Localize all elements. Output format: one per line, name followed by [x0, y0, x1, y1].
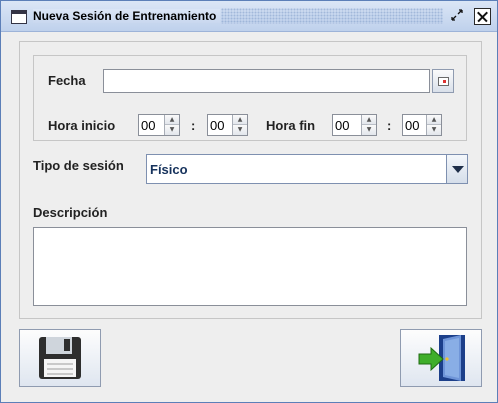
hora-fin-hours-spinner[interactable]: 00 ▲ ▼ — [332, 114, 377, 136]
window-title: Nueva Sesión de Entrenamiento — [33, 9, 221, 23]
calendar-icon — [438, 77, 449, 86]
tipo-sesion-value: Físico — [150, 162, 188, 177]
hora-inicio-minutes-value: 00 — [210, 118, 225, 133]
hora-fin-minutes-spinner[interactable]: 00 ▲ ▼ — [402, 114, 442, 136]
spinner-down-icon[interactable]: ▼ — [165, 125, 179, 135]
dialog-window: Nueva Sesión de Entrenamiento Fecha Hora… — [0, 0, 498, 403]
spinner-down-icon[interactable]: ▼ — [427, 125, 441, 135]
title-bar-texture — [221, 8, 443, 24]
tipo-sesion-select[interactable]: Físico — [146, 154, 468, 184]
hora-inicio-label: Hora inicio — [48, 118, 116, 133]
title-bar[interactable]: Nueva Sesión de Entrenamiento — [1, 1, 497, 32]
spinner-up-icon[interactable]: ▲ — [165, 115, 179, 125]
floppy-disk-icon — [39, 337, 81, 379]
time-separator: : — [191, 118, 196, 133]
spinner-arrows: ▲ ▼ — [361, 115, 376, 135]
exit-button[interactable] — [400, 329, 482, 387]
hora-fin-hours-value: 00 — [335, 118, 350, 133]
spinner-up-icon[interactable]: ▲ — [362, 115, 376, 125]
fecha-label: Fecha — [48, 73, 86, 88]
descripcion-textarea[interactable] — [33, 227, 467, 306]
window-icon — [11, 10, 27, 24]
spinner-arrows: ▲ ▼ — [232, 115, 247, 135]
fecha-input[interactable] — [103, 69, 430, 93]
descripcion-label: Descripción — [33, 205, 108, 220]
tipo-sesion-label: Tipo de sesión — [33, 158, 124, 173]
save-button[interactable] — [19, 329, 101, 387]
close-button[interactable] — [474, 8, 491, 25]
spinner-up-icon[interactable]: ▲ — [427, 115, 441, 125]
hora-fin-label: Hora fin — [266, 118, 316, 133]
restore-button[interactable] — [448, 8, 465, 25]
spinner-up-icon[interactable]: ▲ — [233, 115, 247, 125]
hora-fin-minutes-value: 00 — [405, 118, 420, 133]
calendar-button[interactable] — [432, 69, 454, 93]
restore-icon — [450, 9, 463, 21]
spinner-down-icon[interactable]: ▼ — [233, 125, 247, 135]
chevron-down-icon[interactable] — [446, 155, 467, 183]
spinner-arrows: ▲ ▼ — [426, 115, 441, 135]
hora-inicio-hours-spinner[interactable]: 00 ▲ ▼ — [138, 114, 180, 136]
time-separator: : — [387, 118, 392, 133]
spinner-down-icon[interactable]: ▼ — [362, 125, 376, 135]
exit-door-icon — [418, 335, 465, 381]
spinner-arrows: ▲ ▼ — [164, 115, 179, 135]
hora-inicio-hours-value: 00 — [141, 118, 156, 133]
hora-inicio-minutes-spinner[interactable]: 00 ▲ ▼ — [207, 114, 248, 136]
